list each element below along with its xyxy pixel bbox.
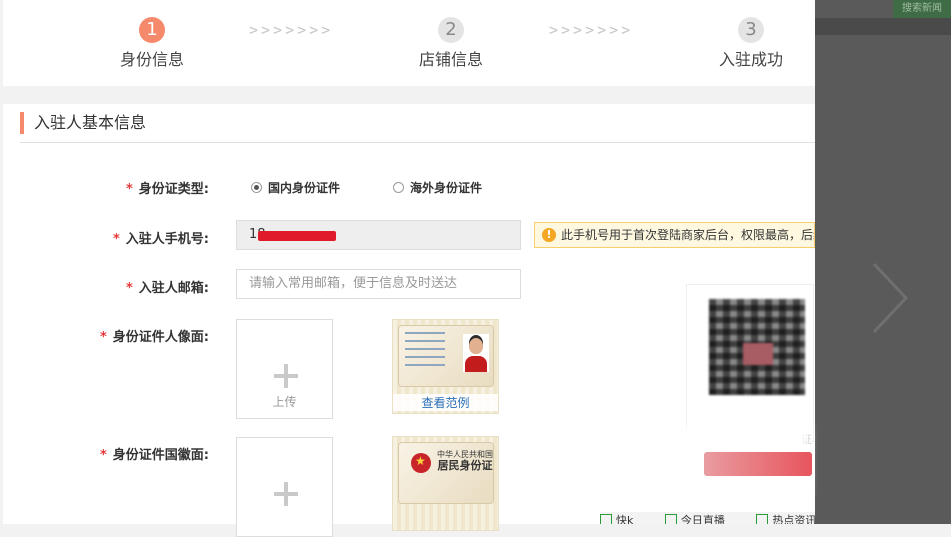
id-card-back-image: 中华人民共和国 居民身份证 <box>399 443 493 503</box>
step-success: 3 入驻成功 <box>691 17 811 70</box>
portrait-upload-button[interactable]: 上传 <box>236 319 333 419</box>
emblem-side-label-text: 身份证件国徽面: <box>112 448 209 463</box>
id-type-label-text: 身份证类型: <box>138 182 209 197</box>
step-separator: >>>>>>> <box>549 21 634 39</box>
email-field[interactable]: 请输入常用邮箱，便于信息及时送达 <box>236 269 521 299</box>
national-emblem-icon <box>411 453 431 473</box>
emblem-sample-image[interactable]: 中华人民共和国 居民身份证 <box>392 436 499 531</box>
radio-domestic-id[interactable]: 国内身份证件 <box>251 179 340 196</box>
app-icon <box>600 514 612 524</box>
step-identity: 1 身份信息 <box>92 17 212 70</box>
news-icon <box>756 514 769 524</box>
portrait-photo <box>463 334 489 372</box>
portrait-side-label-text: 身份证件人像面: <box>112 330 209 345</box>
email-label: * 入驻人邮箱: <box>3 277 209 296</box>
required-mark: * <box>112 232 120 247</box>
step-number: 2 <box>438 17 464 43</box>
phone-tip: ! 此手机号用于首次登陆商家后台，权限最高，后续可以 <box>534 222 815 248</box>
radio-label: 国内身份证件 <box>268 181 341 195</box>
portrait-side-label: * 身份证件人像面: <box>3 326 209 345</box>
email-label-text: 入驻人邮箱: <box>138 281 209 296</box>
email-placeholder: 请输入常用邮箱，便于信息及时送达 <box>249 276 458 291</box>
emblem-side-label: * 身份证件国徽面: <box>3 444 209 463</box>
required-mark: * <box>125 182 133 197</box>
phone-tip-text: 此手机号用于首次登陆商家后台，权限最高，后续可以 <box>561 228 814 242</box>
portrait-sample-image[interactable]: 查看范例 <box>392 319 499 414</box>
bottom-item[interactable]: 热点资讯 <box>756 514 815 524</box>
bottom-bar: 快k 今日直播 热点资讯 <box>600 512 815 524</box>
phone-label: * 入驻人手机号: <box>3 228 209 247</box>
step-label: 入驻成功 <box>718 50 783 69</box>
bottom-item[interactable]: 今日直播 <box>664 514 739 524</box>
step-number: 3 <box>738 17 764 43</box>
overlay-strip <box>815 18 951 35</box>
redaction-mark <box>258 231 336 241</box>
card-name: 居民身份证 <box>437 459 493 472</box>
phone-label-text: 入驻人手机号: <box>125 232 209 247</box>
section-divider <box>20 142 815 143</box>
qr-popup: 证 <box>686 284 814 446</box>
id-card-front-image <box>399 326 493 386</box>
radio-label: 海外身份证件 <box>410 181 483 195</box>
radio-checked-icon <box>251 182 262 193</box>
required-mark: * <box>99 448 107 463</box>
step-label: 店铺信息 <box>418 50 483 69</box>
bottom-item[interactable]: 快k <box>600 514 647 524</box>
id-type-label: * 身份证类型: <box>3 178 209 197</box>
step-number: 1 <box>139 17 165 43</box>
step-shop: 2 店铺信息 <box>391 17 511 70</box>
live-icon <box>664 514 677 524</box>
warning-icon: ! <box>542 228 556 242</box>
radio-overseas-id[interactable]: 海外身份证件 <box>393 179 482 196</box>
chevron-right-icon[interactable] <box>868 258 912 338</box>
emblem-upload-button[interactable] <box>236 437 333 537</box>
step-label: 身份信息 <box>119 50 184 69</box>
radio-unchecked-icon <box>393 182 404 193</box>
step-indicator: 1 身份信息 >>>>>>> 2 店铺信息 >>>>>>> 3 入驻成功 <box>3 0 815 86</box>
required-mark: * <box>125 281 133 296</box>
plus-icon <box>274 482 298 506</box>
view-sample-link[interactable]: 查看范例 <box>393 394 498 411</box>
step-separator: >>>>>>> <box>249 21 334 39</box>
required-mark: * <box>99 330 107 345</box>
overlay-top-button[interactable]: 搜索新闻 <box>893 0 951 18</box>
section-title: 入驻人基本信息 <box>20 112 146 134</box>
plus-icon <box>274 364 298 388</box>
pink-button[interactable] <box>704 452 812 476</box>
card-country: 中华人民共和国 <box>437 450 493 459</box>
qr-code-image <box>709 299 805 395</box>
upload-label: 上传 <box>272 395 297 409</box>
